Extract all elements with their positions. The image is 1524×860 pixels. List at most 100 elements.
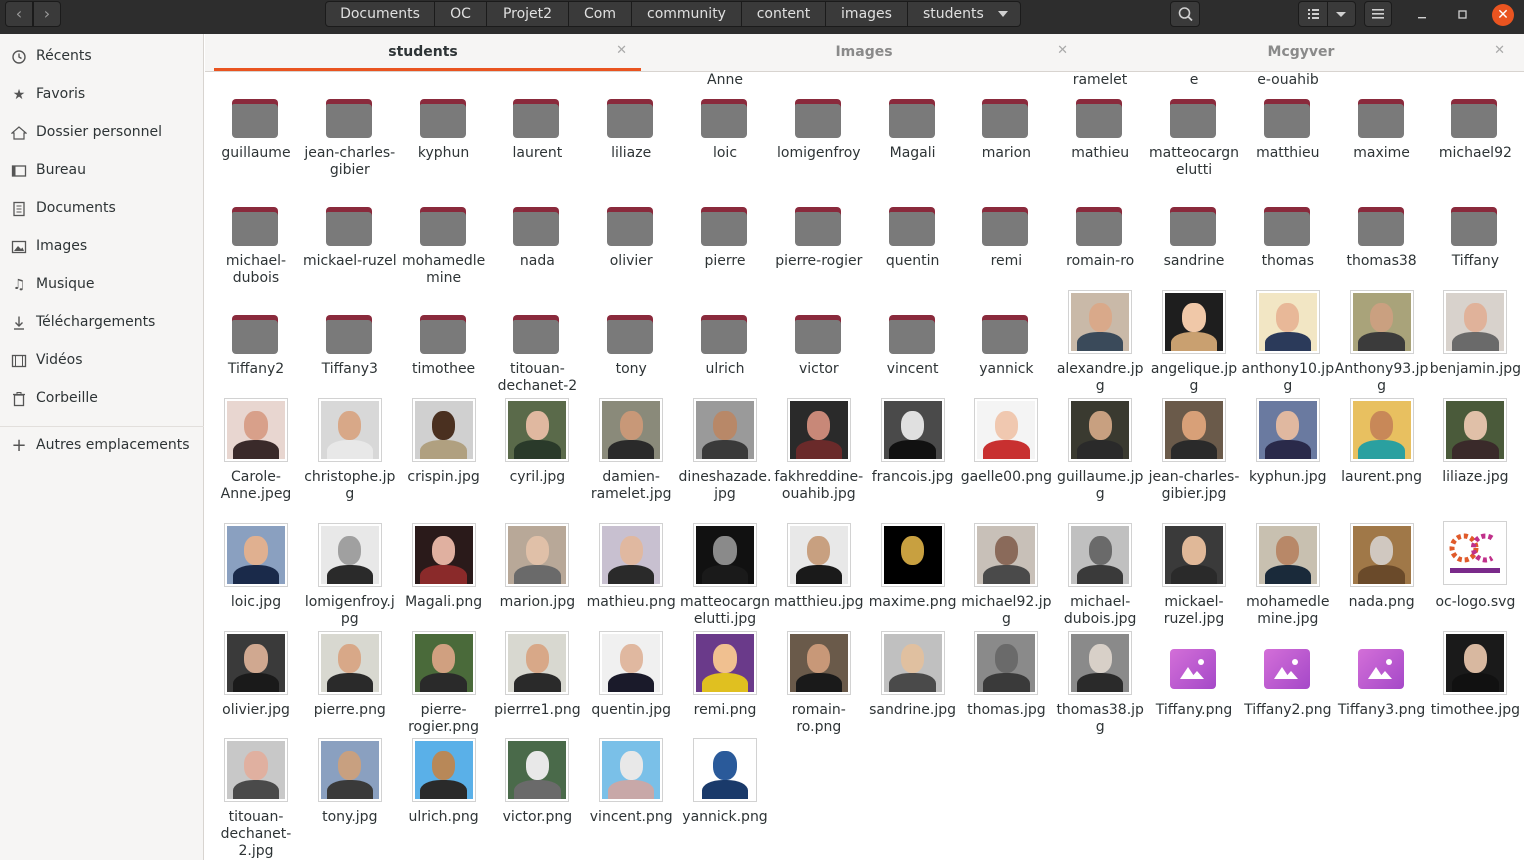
sidebar-item-images[interactable]: Images (0, 228, 204, 266)
close-window-button[interactable]: ✕ (1492, 4, 1514, 26)
folder-item[interactable]: vincent (866, 288, 960, 378)
path-crumb[interactable]: Documents (325, 1, 435, 27)
file-item[interactable]: titouan-dechanet-2.jpg (209, 736, 303, 860)
file-item[interactable]: mathieu.png (584, 521, 678, 611)
file-item[interactable]: sandrine.jpg (866, 629, 960, 719)
back-button[interactable]: ‹ (5, 1, 33, 27)
file-item[interactable]: cyril.jpg (490, 396, 584, 486)
sidebar-item-trash[interactable]: Corbeille (0, 380, 204, 418)
file-item[interactable]: Anthony93.jpg (1335, 288, 1429, 395)
file-item[interactable]: kyphun.jpg (1241, 396, 1335, 486)
folder-item[interactable]: timothee (397, 288, 491, 378)
folder-item[interactable]: kyphun (397, 72, 491, 162)
file-item[interactable]: Tiffany3.png (1335, 629, 1429, 719)
file-item[interactable]: Tiffany.png (1147, 629, 1241, 719)
folder-item[interactable]: titouan-dechanet-2 (490, 288, 584, 395)
file-item[interactable]: michael92.jpg (959, 521, 1053, 628)
file-item[interactable]: damien-ramelet.jpg (584, 396, 678, 503)
maximize-button[interactable] (1452, 4, 1472, 24)
view-options-button[interactable] (1328, 1, 1356, 27)
file-item[interactable]: benjamin.jpg (1428, 288, 1522, 378)
folder-item[interactable]: Magali (866, 72, 960, 162)
file-item[interactable]: olivier.jpg (209, 629, 303, 719)
folder-item[interactable]: thomas (1241, 180, 1335, 270)
file-item[interactable]: matthieu.jpg (772, 521, 866, 611)
folder-item[interactable]: lomigenfroy (772, 72, 866, 162)
tab-mcgyver[interactable]: Mcgyver ✕ (1083, 34, 1519, 71)
file-item[interactable]: Magali.png (397, 521, 491, 611)
forward-button[interactable]: › (33, 1, 61, 27)
file-item[interactable]: Carole-Anne.jpeg (209, 396, 303, 503)
sidebar-item-other-locations[interactable]: + Autres emplacements (0, 427, 204, 465)
file-item[interactable]: thomas.jpg (959, 629, 1053, 719)
folder-item[interactable]: michael-dubois (209, 180, 303, 287)
file-item[interactable]: pierrre1.png (490, 629, 584, 719)
folder-item[interactable]: mickael-ruzel (303, 180, 397, 270)
folder-item[interactable]: laurent (490, 72, 584, 162)
file-item[interactable]: alexandre.jpg (1053, 288, 1147, 395)
path-crumb-current[interactable]: students (908, 1, 1021, 27)
minimize-button[interactable] (1412, 4, 1432, 24)
folder-item[interactable]: nada (490, 180, 584, 270)
folder-item[interactable]: jean-charles-gibier (303, 72, 397, 179)
file-item[interactable]: vincent.png (584, 736, 678, 826)
file-item[interactable]: ulrich.png (397, 736, 491, 826)
search-button[interactable] (1170, 1, 1200, 27)
folder-item[interactable]: sandrine (1147, 180, 1241, 270)
sidebar-item-desktop[interactable]: Bureau (0, 152, 204, 190)
file-item[interactable]: mohamedlemine.jpg (1241, 521, 1335, 628)
file-item[interactable]: guillaume.jpg (1053, 396, 1147, 503)
folder-item[interactable]: michael92 (1428, 72, 1522, 162)
sidebar-item-documents[interactable]: Documents (0, 190, 204, 228)
folder-item[interactable]: Tiffany3 (303, 288, 397, 378)
file-item[interactable]: pierre-rogier.png (397, 629, 491, 736)
file-item[interactable]: laurent.png (1335, 396, 1429, 486)
file-item[interactable]: timothee.jpg (1428, 629, 1522, 719)
folder-item[interactable]: marion (959, 72, 1053, 162)
close-tab-icon[interactable]: ✕ (1494, 43, 1505, 58)
main-menu-button[interactable] (1364, 1, 1392, 27)
folder-item[interactable]: liliaze (584, 72, 678, 162)
file-item[interactable]: anthony10.jpg (1241, 288, 1335, 395)
folder-item[interactable]: pierre-rogier (772, 180, 866, 270)
tab-images[interactable]: Images ✕ (646, 34, 1082, 71)
folder-item[interactable]: pierre (678, 180, 772, 270)
list-view-button[interactable] (1298, 1, 1328, 27)
file-item[interactable]: michael-dubois.jpg (1053, 521, 1147, 628)
folder-item[interactable]: yannick (959, 288, 1053, 378)
file-item[interactable]: yannick.png (678, 736, 772, 826)
folder-item[interactable]: matthieu (1241, 72, 1335, 162)
folder-item[interactable]: tony (584, 288, 678, 378)
path-crumb[interactable]: content (742, 1, 826, 27)
folder-item[interactable]: olivier (584, 180, 678, 270)
file-item[interactable]: Tiffany2.png (1241, 629, 1335, 719)
path-crumb[interactable]: Projet2 (487, 1, 569, 27)
file-item[interactable]: thomas38.jpg (1053, 629, 1147, 736)
close-tab-icon[interactable]: ✕ (1057, 43, 1068, 58)
folder-item[interactable]: guillaume (209, 72, 303, 162)
file-item[interactable]: mickael-ruzel.jpg (1147, 521, 1241, 628)
folder-item[interactable]: Tiffany2 (209, 288, 303, 378)
close-tab-icon[interactable]: ✕ (616, 43, 627, 58)
file-item[interactable]: quentin.jpg (584, 629, 678, 719)
folder-item[interactable]: maxime (1335, 72, 1429, 162)
sidebar-item-videos[interactable]: Vidéos (0, 342, 204, 380)
file-item[interactable]: oc-logo.svg (1428, 521, 1522, 611)
path-crumb[interactable]: Com (569, 1, 632, 27)
file-item[interactable]: romain-ro.png (772, 629, 866, 736)
file-item[interactable]: remi.png (678, 629, 772, 719)
file-item[interactable]: francois.jpg (866, 396, 960, 486)
sidebar-item-favorites[interactable]: ★ Favoris (0, 76, 204, 114)
folder-item[interactable]: victor (772, 288, 866, 378)
tab-students[interactable]: students ✕ (205, 34, 641, 71)
folder-item[interactable]: remi (959, 180, 1053, 270)
file-item[interactable]: gaelle00.png (959, 396, 1053, 486)
file-item[interactable]: marion.jpg (490, 521, 584, 611)
folder-item[interactable]: thomas38 (1335, 180, 1429, 270)
file-item[interactable]: crispin.jpg (397, 396, 491, 486)
file-item[interactable]: nada.png (1335, 521, 1429, 611)
file-item[interactable]: dineshazade.jpg (678, 396, 772, 503)
file-item[interactable]: tony.jpg (303, 736, 397, 826)
folder-item[interactable]: mohamedlemine (397, 180, 491, 287)
file-item[interactable]: christophe.jpg (303, 396, 397, 503)
